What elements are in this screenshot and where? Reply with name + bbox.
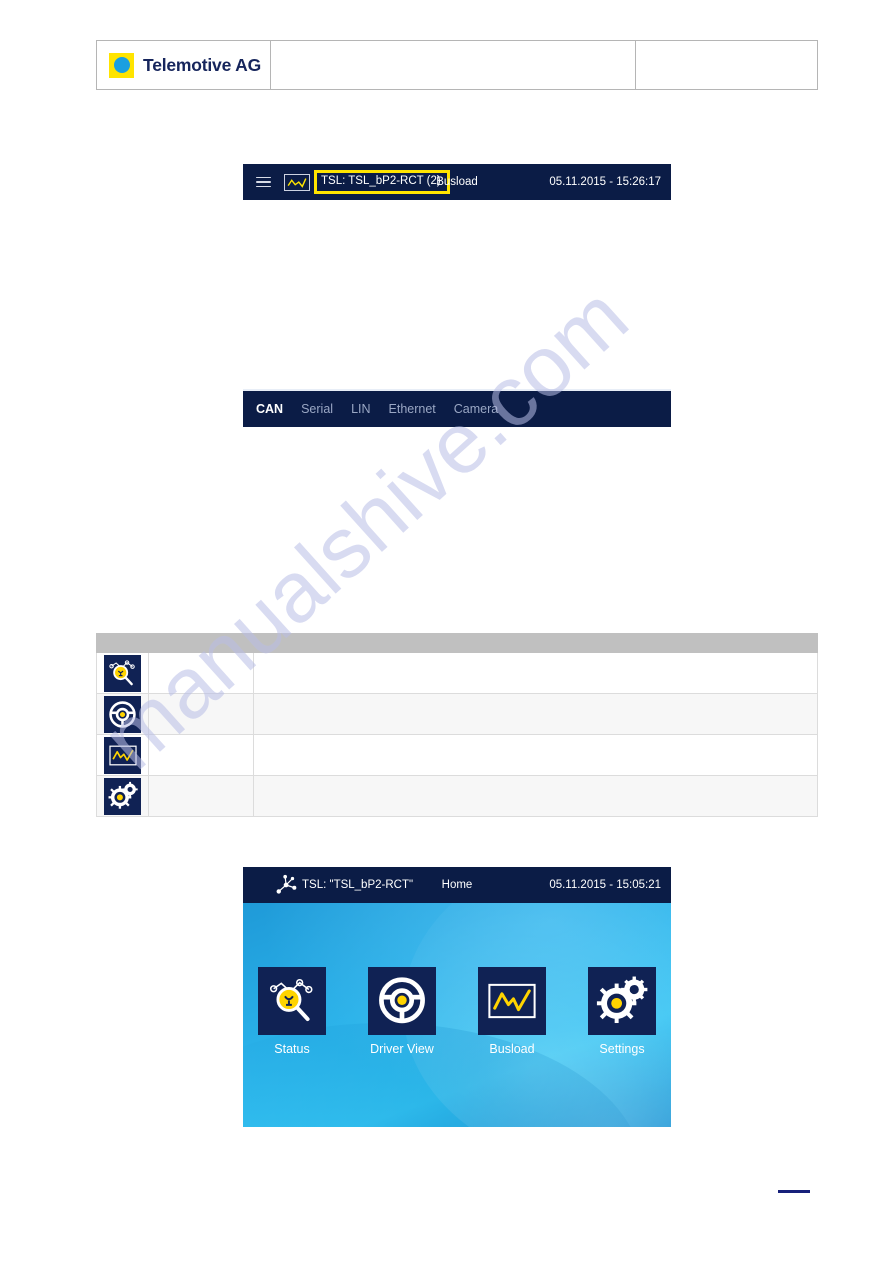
app-tile-status[interactable]: Status (258, 967, 326, 1056)
gears-settings-icon (104, 777, 141, 815)
table-row (96, 734, 818, 776)
app-label-driver-view: Driver View (370, 1042, 434, 1056)
steering-wheel-icon (104, 695, 141, 733)
home-tsl-title: TSL: "TSL_bP2-RCT" (302, 879, 414, 891)
company-name: Telemotive AG (143, 54, 261, 75)
telemotive-node-logo-icon (276, 874, 297, 894)
table-cell-icon (96, 652, 149, 694)
header-right-cell (636, 41, 817, 89)
table-cell-name (148, 693, 254, 735)
busload-tile[interactable] (478, 967, 546, 1035)
busload-chart-icon (488, 983, 536, 1019)
app-label-busload: Busload (489, 1042, 535, 1056)
busload-top-bar: TSL: TSL_bP2-RCT (2) Busload 05.11.2015 … (243, 164, 671, 200)
device-screenshot-busload-topbar: TSL: TSL_bP2-RCT (2) Busload 05.11.2015 … (243, 164, 671, 200)
home-app-grid: Status Driver View Busload Settings (243, 967, 671, 1056)
col-header-name (148, 633, 254, 653)
table-cell-icon (96, 693, 149, 735)
header-middle-cell (271, 41, 636, 89)
table-cell-name (148, 734, 254, 776)
app-label-settings: Settings (599, 1042, 645, 1056)
app-tile-driver-view[interactable]: Driver View (368, 967, 436, 1056)
header-logo-cell: Telemotive AG (97, 41, 271, 89)
tab-ethernet[interactable]: Ethernet (389, 402, 436, 416)
hamburger-menu-icon[interactable] (256, 176, 271, 188)
app-tile-busload[interactable]: Busload (478, 967, 546, 1056)
icon-table-head (96, 633, 818, 653)
tabbar-accent-line (243, 389, 281, 391)
table-row (96, 652, 818, 694)
home-desktop: Status Driver View Busload Settings (243, 903, 671, 1127)
device-screenshot-home: TSL: "TSL_bP2-RCT" Home 05.11.2015 - 15:… (243, 867, 671, 1127)
tab-camera[interactable]: Camera (454, 402, 498, 416)
bus-type-tabbar: CAN Serial LIN Ethernet Camera (243, 391, 671, 427)
icon-table-body (96, 652, 818, 817)
status-tile[interactable] (258, 967, 326, 1035)
table-cell-name (148, 652, 254, 694)
document-header-table: Telemotive AG (96, 40, 818, 90)
device-screenshot-bustype-tabs: CAN Serial LIN Ethernet Camera (243, 389, 671, 427)
table-cell-description (253, 734, 818, 776)
table-cell-icon (96, 775, 149, 817)
table-cell-name (148, 775, 254, 817)
busload-datetime: 05.11.2015 - 15:26:17 (549, 176, 661, 188)
status-magnifier-icon (104, 654, 141, 692)
home-top-bar: TSL: "TSL_bP2-RCT" Home 05.11.2015 - 15:… (243, 867, 671, 903)
table-cell-description (253, 775, 818, 817)
app-label-status: Status (274, 1042, 310, 1056)
busload-chart-icon (104, 736, 141, 774)
home-datetime: 05.11.2015 - 15:05:21 (549, 879, 661, 891)
footer-rule (778, 1190, 810, 1193)
table-header-row (96, 633, 818, 653)
icon-legend-table (96, 633, 818, 817)
gears-settings-icon (596, 976, 648, 1024)
driver-view-tile[interactable] (368, 967, 436, 1035)
table-row (96, 693, 818, 735)
table-row (96, 775, 818, 817)
busload-chart-icon[interactable] (284, 173, 310, 191)
table-cell-description (253, 693, 818, 735)
table-cell-description (253, 652, 818, 694)
settings-tile[interactable] (588, 967, 656, 1035)
tab-can[interactable]: CAN (256, 402, 283, 416)
status-magnifier-icon (269, 978, 313, 1022)
tab-serial[interactable]: Serial (301, 402, 333, 416)
steering-wheel-icon (379, 977, 425, 1024)
col-header-icon (96, 633, 149, 653)
tab-lin[interactable]: LIN (351, 402, 370, 416)
col-header-description (253, 633, 818, 653)
telemotive-logo-icon (109, 52, 134, 78)
highlighted-tsl-title[interactable]: TSL: TSL_bP2-RCT (2) (314, 170, 450, 194)
table-cell-icon (96, 734, 149, 776)
app-tile-settings[interactable]: Settings (588, 967, 656, 1056)
